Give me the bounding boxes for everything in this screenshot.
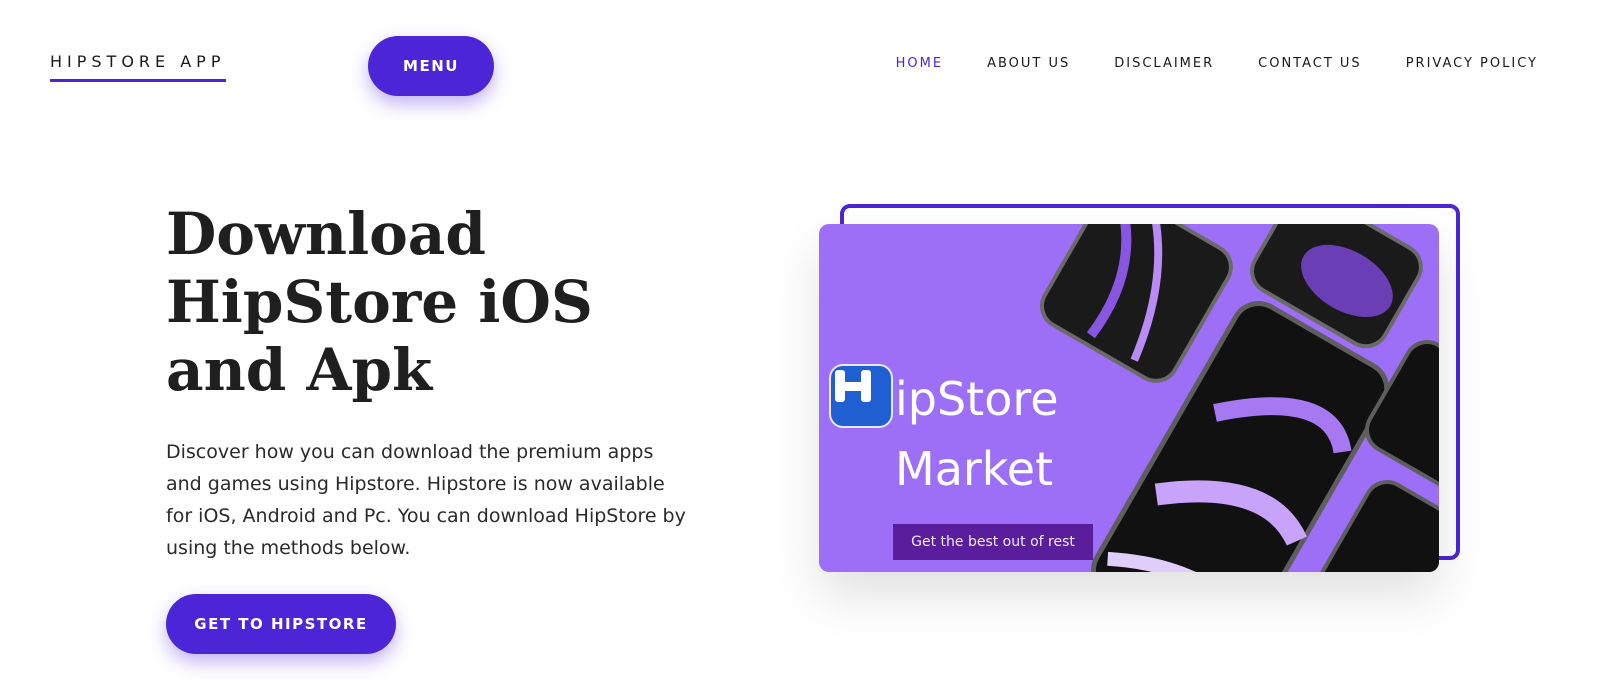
menu-button[interactable]: MENU — [368, 36, 494, 96]
nav-disclaimer[interactable]: DISCLAIMER — [1114, 56, 1214, 71]
nav-contact-us[interactable]: CONTACT US — [1258, 56, 1362, 71]
image-brand-line2: Market — [895, 442, 1054, 496]
nav-about-us[interactable]: ABOUT US — [987, 56, 1070, 71]
image-brand-line1: ipStore — [895, 372, 1059, 426]
hero-image: ipStore Market Get the best out of rest — [819, 224, 1439, 572]
hero-description: Discover how you can download the premiu… — [166, 441, 686, 559]
hipstore-logo-icon — [835, 370, 871, 402]
main-nav: HOME ABOUT US DISCLAIMER CONTACT US PRIV… — [896, 56, 1538, 71]
hipstore-app-icon — [829, 364, 893, 428]
image-tagline: Get the best out of rest — [893, 524, 1093, 560]
nav-home[interactable]: HOME — [896, 56, 943, 71]
site-logo[interactable]: HIPSTORE APP — [50, 52, 226, 82]
get-to-hipstore-button[interactable]: GET TO HIPSTORE — [166, 594, 396, 654]
hero-title: Download HipStore iOS and Apk — [166, 200, 593, 404]
nav-privacy-policy[interactable]: PRIVACY POLICY — [1406, 56, 1538, 71]
